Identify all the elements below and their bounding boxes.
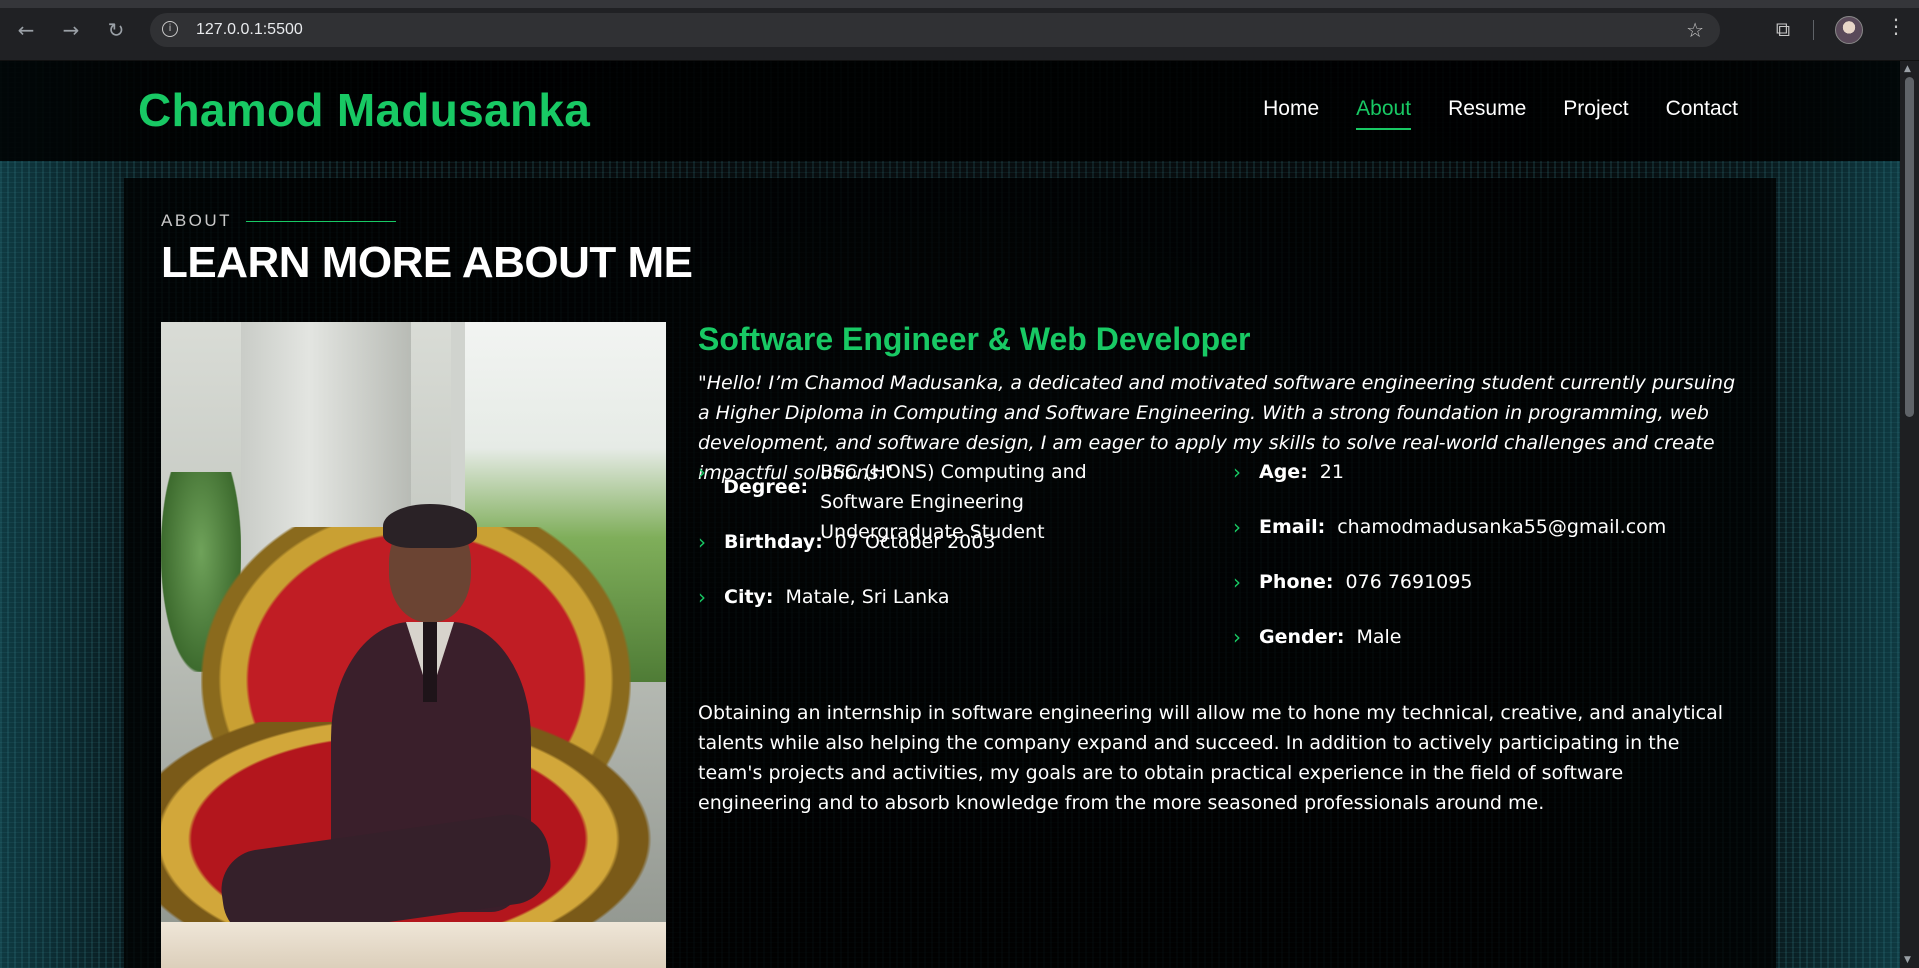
section-label: ABOUT bbox=[161, 211, 233, 230]
main-nav: Home About Resume Project Contact bbox=[1263, 97, 1738, 130]
about-section: ABOUT LEARN MORE ABOUT ME Software Engin… bbox=[124, 178, 1776, 968]
nav-about[interactable]: About bbox=[1356, 97, 1411, 130]
back-icon[interactable]: ← bbox=[14, 18, 38, 42]
detail-phone: › Phone: 076 7691095 bbox=[1233, 567, 1472, 597]
about-paragraph: Obtaining an internship in software engi… bbox=[698, 702, 1724, 814]
chevron-right-icon: › bbox=[1233, 460, 1241, 484]
detail-label: Birthday: bbox=[724, 531, 823, 553]
scrollbar-thumb[interactable] bbox=[1905, 77, 1914, 417]
chevron-right-icon: › bbox=[1233, 570, 1241, 594]
scroll-up-icon[interactable]: ▲ bbox=[1904, 64, 1911, 74]
nav-home[interactable]: Home bbox=[1263, 97, 1319, 121]
detail-value: Male bbox=[1356, 626, 1402, 648]
page-viewport: Chamod Madusanka Home About Resume Proje… bbox=[0, 61, 1900, 968]
detail-birthday: › Birthday: 07 October 2003 bbox=[698, 527, 995, 557]
bookmark-star-icon[interactable]: ☆ bbox=[1686, 18, 1704, 42]
detail-label: Age: bbox=[1259, 461, 1308, 483]
address-bar[interactable]: i 127.0.0.1:5500 ☆ bbox=[150, 13, 1720, 47]
detail-city: › City: Matale, Sri Lanka bbox=[698, 582, 949, 612]
detail-value: 07 October 2003 bbox=[834, 531, 996, 553]
detail-value[interactable]: chamodmadusanka55@gmail.com bbox=[1337, 512, 1666, 542]
site-logo[interactable]: Chamod Madusanka bbox=[138, 83, 590, 137]
scroll-down-icon[interactable]: ▼ bbox=[1904, 955, 1911, 965]
detail-gender: › Gender: Male bbox=[1233, 622, 1401, 652]
chevron-right-icon: › bbox=[698, 530, 706, 554]
page-scrollbar[interactable]: ▲ ▼ bbox=[1900, 61, 1919, 968]
detail-label: City: bbox=[724, 586, 774, 608]
forward-icon[interactable]: → bbox=[59, 18, 83, 42]
role-heading: Software Engineer & Web Developer bbox=[698, 321, 1251, 357]
chevron-right-icon: › bbox=[1233, 625, 1241, 649]
menu-dots-icon[interactable]: ⋮ bbox=[1886, 14, 1906, 38]
detail-age: › Age: 21 bbox=[1233, 457, 1344, 487]
detail-label: Gender: bbox=[1259, 626, 1345, 648]
nav-project[interactable]: Project bbox=[1563, 97, 1628, 121]
chevron-right-icon: › bbox=[698, 585, 706, 609]
nav-resume[interactable]: Resume bbox=[1448, 97, 1526, 121]
profile-photo bbox=[161, 322, 666, 968]
browser-toolbar: ← → ↻ i 127.0.0.1:5500 ☆ ⧉ ⋮ bbox=[0, 0, 1919, 61]
url-text[interactable]: 127.0.0.1:5500 bbox=[196, 21, 303, 39]
extensions-icon[interactable]: ⧉ bbox=[1770, 16, 1796, 42]
site-info-icon[interactable]: i bbox=[162, 21, 178, 37]
detail-label: Phone: bbox=[1259, 571, 1334, 593]
section-label-line bbox=[246, 221, 396, 222]
toolbar-divider bbox=[1813, 20, 1814, 40]
detail-email: › Email: chamodmadusanka55@gmail.com bbox=[1233, 512, 1666, 542]
detail-label: Email: bbox=[1259, 516, 1326, 538]
reload-icon[interactable]: ↻ bbox=[104, 18, 128, 42]
section-title: LEARN MORE ABOUT ME bbox=[161, 238, 693, 287]
chevron-right-icon: › bbox=[1233, 515, 1241, 539]
detail-value: 076 7691095 bbox=[1345, 571, 1473, 593]
profile-avatar[interactable] bbox=[1835, 16, 1863, 44]
site-header: Chamod Madusanka Home About Resume Proje… bbox=[0, 61, 1900, 161]
tab-strip bbox=[0, 0, 1919, 8]
detail-value: 21 bbox=[1319, 461, 1344, 483]
nav-contact[interactable]: Contact bbox=[1666, 97, 1738, 121]
detail-value: Matale, Sri Lanka bbox=[785, 586, 950, 608]
